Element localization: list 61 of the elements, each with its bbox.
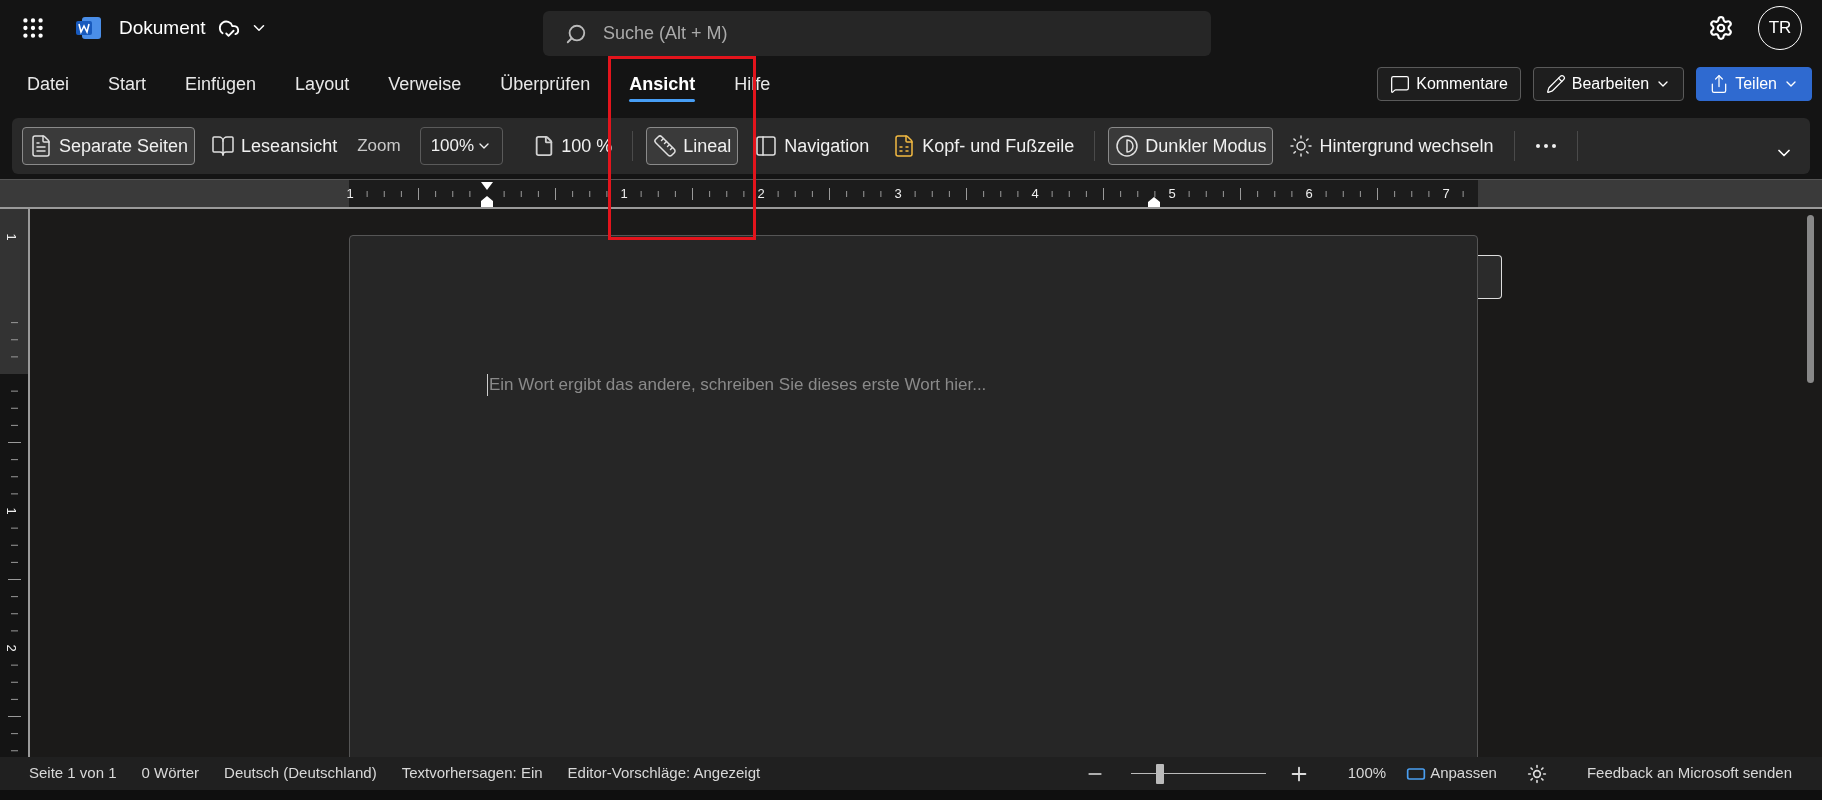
comments-button[interactable]: Kommentare bbox=[1377, 67, 1521, 101]
reader-icon bbox=[211, 134, 236, 158]
darkmode-icon bbox=[1115, 134, 1140, 158]
ribbon-tab[interactable]: Ansicht bbox=[618, 64, 707, 104]
ruler-icon bbox=[653, 134, 678, 158]
ruler-number: 1 bbox=[346, 185, 354, 203]
zoom-label: Zoom bbox=[356, 135, 402, 158]
ruler-number: 2 bbox=[757, 185, 765, 203]
feedback-link[interactable]: Feedback an Microsoft senden bbox=[1586, 762, 1792, 785]
search-icon bbox=[565, 22, 587, 45]
ribbon-tab[interactable]: Überprüfen bbox=[489, 64, 602, 104]
headerfooter-button[interactable]: Kopf- und Fußzeile bbox=[885, 127, 1082, 165]
ribbon-tab[interactable]: Start bbox=[97, 64, 158, 104]
edit-icon bbox=[1545, 74, 1566, 94]
body-placeholder: Ein Wort ergibt das andere, schreiben Sie dieses erste Wort hier... bbox=[489, 374, 987, 396]
app-launcher-icon[interactable] bbox=[20, 15, 46, 41]
status-item[interactable]: 0 Wörter bbox=[141, 762, 200, 785]
fit-button[interactable]: Anpassen bbox=[1406, 762, 1497, 785]
background-icon bbox=[1289, 134, 1314, 158]
pages-button[interactable]: Separate Seiten bbox=[22, 127, 196, 165]
word-logo-icon[interactable] bbox=[76, 16, 102, 40]
zoom-slider[interactable] bbox=[1130, 763, 1266, 784]
pages-icon bbox=[29, 134, 53, 158]
ribbon-tab[interactable]: Layout bbox=[284, 64, 361, 104]
indent-marker-icon[interactable] bbox=[479, 180, 495, 208]
navigation-icon bbox=[754, 134, 779, 158]
ruler-number: 6 bbox=[1305, 185, 1313, 203]
ribbon-tab[interactable]: Verweise bbox=[377, 64, 473, 104]
ruler-number: 1 bbox=[3, 507, 21, 515]
brightness-icon[interactable] bbox=[1526, 763, 1547, 784]
slider-thumb[interactable] bbox=[1156, 763, 1165, 784]
ruler-number: 3 bbox=[894, 185, 902, 203]
ruler-number: 7 bbox=[1442, 185, 1450, 203]
zoom-reading[interactable]: 100% bbox=[1347, 762, 1387, 785]
ruler-number: 4 bbox=[1031, 185, 1039, 203]
status-item[interactable]: Seite 1 von 1 bbox=[29, 762, 117, 785]
document-page[interactable]: Ein Wort ergibt das andere, schreiben Sie dieses erste Wort hier... bbox=[349, 235, 1478, 757]
reader-button[interactable]: Leseansicht bbox=[204, 127, 345, 165]
navigation-button[interactable]: Navigation bbox=[747, 127, 877, 165]
scrollbar-thumb[interactable] bbox=[1807, 215, 1814, 383]
settings-icon[interactable] bbox=[1708, 15, 1734, 41]
comments-icon bbox=[1390, 74, 1411, 94]
search-field[interactable]: Suche (Alt + M) bbox=[543, 11, 1211, 56]
ruler-number: 1 bbox=[3, 233, 21, 241]
background-button[interactable]: Hintergrund wechseln bbox=[1282, 127, 1501, 165]
status-item[interactable]: Editor-Vorschläge: Angezeigt bbox=[567, 762, 761, 785]
ribbon-tab[interactable]: Datei bbox=[16, 64, 81, 104]
ruler-number: 2 bbox=[3, 644, 21, 652]
ribbon-tab[interactable]: Einfügen bbox=[174, 64, 268, 104]
ruler-number: 5 bbox=[1168, 185, 1176, 203]
zoom-select[interactable]: 100% bbox=[419, 127, 504, 165]
ruler-number: 1 bbox=[620, 185, 628, 203]
comment-tab[interactable] bbox=[1478, 255, 1502, 299]
document-title[interactable]: Dokument bbox=[119, 13, 206, 43]
status-item[interactable]: Deutsch (Deutschland) bbox=[224, 762, 377, 785]
darkmode-button[interactable]: Dunkler Modus bbox=[1108, 127, 1274, 165]
more-icon bbox=[1535, 144, 1556, 148]
share-button[interactable]: Teilen bbox=[1696, 67, 1812, 101]
edit-button[interactable]: Bearbeiten bbox=[1532, 67, 1685, 101]
status-item[interactable]: Textvorhersagen: Ein bbox=[401, 762, 543, 785]
ruler-button[interactable]: Lineal bbox=[646, 127, 739, 165]
